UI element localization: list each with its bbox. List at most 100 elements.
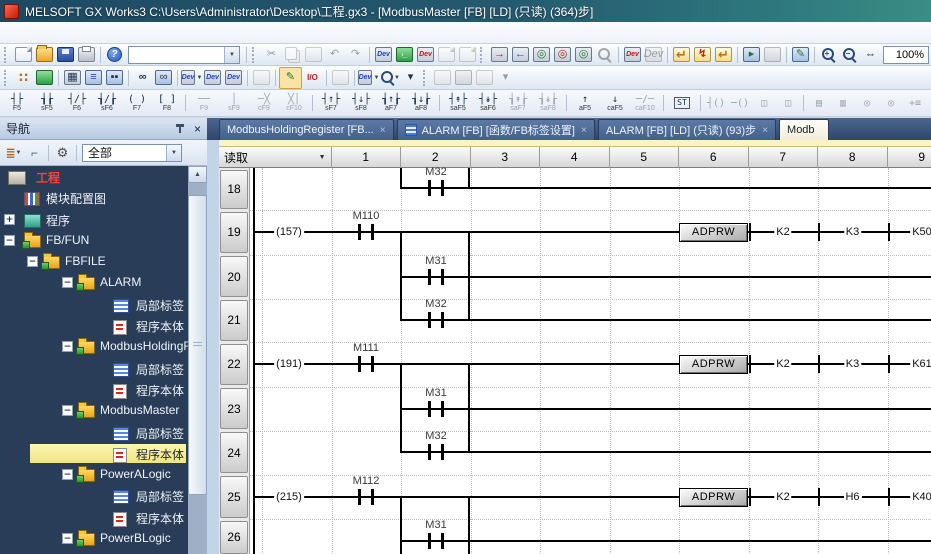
comment-red-icon[interactable]: ↯ bbox=[692, 45, 713, 65]
contact-bar[interactable] bbox=[441, 312, 444, 328]
tree-item-程序本体[interactable]: 程序本体 bbox=[0, 443, 188, 464]
tree-item-程序本体[interactable]: 程序本体 bbox=[0, 507, 188, 528]
row-number[interactable]: 20 bbox=[220, 256, 248, 297]
statement-icon[interactable]: ▤ bbox=[807, 90, 831, 116]
help-icon[interactable]: ? bbox=[104, 45, 125, 65]
device-find-icon[interactable]: Dev ▼ bbox=[180, 68, 202, 88]
save-project-icon[interactable] bbox=[55, 45, 76, 65]
tab-close-icon[interactable]: × bbox=[581, 125, 587, 136]
tab-close-icon[interactable]: × bbox=[762, 125, 768, 136]
chevron-down-icon[interactable]: ▼ bbox=[224, 46, 239, 63]
contact-bar[interactable] bbox=[428, 269, 431, 285]
rising-pulse-close-icon[interactable]: ┤↟├ saF5 bbox=[443, 90, 473, 116]
verify-plc-icon[interactable]: ◎ bbox=[531, 45, 552, 65]
coil-icon[interactable]: ( ) F7 bbox=[122, 90, 152, 116]
tree-expander-icon[interactable]: + bbox=[4, 213, 15, 225]
window-list-icon[interactable]: ≡ bbox=[83, 68, 104, 88]
falling-pulse-close-icon[interactable]: ┤↡├ saF6 bbox=[473, 90, 503, 116]
module-config-icon[interactable] bbox=[34, 68, 55, 88]
document-tab[interactable]: Modb bbox=[779, 119, 829, 140]
window-tool-icon[interactable] bbox=[432, 68, 453, 88]
search-combobox[interactable]: ▼ bbox=[128, 45, 240, 64]
parallel-falling-close-icon[interactable]: ┧↡┟ saF8 bbox=[533, 90, 563, 116]
tree-item-程序本体[interactable]: 程序本体 bbox=[0, 315, 188, 336]
menu-item[interactable] bbox=[166, 30, 184, 36]
menu-item[interactable] bbox=[148, 30, 166, 36]
row-number[interactable]: 18 bbox=[220, 170, 248, 209]
monitor-window-icon[interactable]: ▸ bbox=[741, 45, 762, 65]
contact-bar[interactable] bbox=[428, 312, 431, 328]
close-icon[interactable]: × bbox=[194, 123, 201, 135]
navigation-scrollbar[interactable]: ▲ bbox=[188, 166, 207, 554]
st-inline-icon[interactable]: ST bbox=[667, 90, 697, 116]
menu-item[interactable] bbox=[4, 30, 22, 36]
redo-icon[interactable]: ↷ bbox=[345, 45, 366, 65]
open-contact-icon[interactable]: ┤├ F5 bbox=[2, 90, 32, 116]
note-icon[interactable]: ▥ bbox=[831, 90, 855, 116]
contact-bar[interactable] bbox=[441, 180, 444, 196]
contact-bar[interactable] bbox=[428, 444, 431, 460]
tree-item-程序[interactable]: + 程序 bbox=[0, 209, 188, 230]
falling-pulse-icon[interactable]: ┤↓├ sF8 bbox=[346, 90, 376, 116]
undo-icon[interactable]: ↶ bbox=[324, 45, 345, 65]
more-chevron-icon[interactable]: ▾ bbox=[495, 68, 516, 88]
instruction-box[interactable]: ADPRW bbox=[679, 222, 748, 242]
vertical-line-icon[interactable]: │ sF9 bbox=[219, 90, 249, 116]
menu-item[interactable] bbox=[58, 30, 76, 36]
tree-expander-icon[interactable]: − bbox=[4, 234, 15, 246]
row-number[interactable]: 22 bbox=[220, 343, 248, 385]
parallel-rising-pulse-icon[interactable]: ┧↑┟ aF7 bbox=[376, 90, 406, 116]
tree-item-ModbusMaster[interactable]: − ModbusMaster bbox=[0, 400, 188, 421]
device-comment-write-icon[interactable]: Dev bbox=[373, 45, 394, 65]
tree-expander-icon[interactable]: − bbox=[62, 469, 73, 481]
fb-contact-coil-icon[interactable]: ┤() bbox=[704, 90, 728, 116]
horizontal-line-icon[interactable]: ── F9 bbox=[189, 90, 219, 116]
open-project-icon[interactable] bbox=[34, 45, 55, 65]
operand-label[interactable]: H6 bbox=[843, 491, 862, 503]
monitor-mode-dropdown[interactable]: 读取 ▼ bbox=[219, 147, 332, 168]
closed-contact-icon[interactable]: ┤/├ F6 bbox=[62, 90, 92, 116]
contact-bar[interactable] bbox=[371, 489, 374, 505]
parallel-open-contact-icon[interactable]: ┧┟ sF5 bbox=[32, 90, 62, 116]
chevron-down-icon[interactable]: ▼ bbox=[319, 154, 326, 161]
tree-item-局部标签[interactable]: 局部标签 bbox=[0, 294, 188, 315]
new-project-icon[interactable] bbox=[13, 45, 34, 65]
document-tab[interactable]: ALARM [FB] [LD] (只读) (93)步 × bbox=[597, 119, 777, 140]
delete-hline-icon[interactable]: ─╳ cF9 bbox=[249, 90, 279, 116]
zoom-in-icon[interactable]: + bbox=[818, 45, 839, 65]
window-tool2-icon[interactable] bbox=[453, 68, 474, 88]
tree-item-局部标签[interactable]: 局部标签 bbox=[0, 358, 188, 379]
row-number[interactable]: 26 bbox=[220, 520, 248, 554]
monitor-edit-icon[interactable]: ✎ bbox=[790, 45, 811, 65]
operand-label[interactable]: K40 bbox=[910, 491, 931, 503]
tree-item-程序本体[interactable]: 程序本体 bbox=[0, 379, 188, 400]
application-instruction-icon[interactable]: [ ] F8 bbox=[152, 90, 182, 116]
tree-display-icon[interactable]: ≣ ▼ bbox=[3, 143, 24, 162]
pin-icon[interactable] bbox=[175, 123, 185, 134]
overflow-chevron-icon[interactable]: ▾ bbox=[400, 68, 421, 88]
menu-item[interactable] bbox=[184, 30, 202, 36]
tree-expander-icon[interactable]: − bbox=[62, 341, 73, 353]
contact-bar[interactable] bbox=[441, 444, 444, 460]
verify-plc-red-icon[interactable]: ◎ bbox=[552, 45, 573, 65]
disabled-mag-icon[interactable] bbox=[594, 45, 615, 65]
comment-jump2-icon[interactable]: ↵ bbox=[713, 45, 734, 65]
disabled-doc2-icon[interactable] bbox=[457, 45, 478, 65]
menu-item[interactable] bbox=[130, 30, 148, 36]
hw-config-icon[interactable]: Dev bbox=[415, 45, 436, 65]
panel-splitter[interactable] bbox=[207, 140, 219, 554]
operand-label[interactable]: K3 bbox=[843, 226, 862, 238]
comment-jump-icon[interactable]: ↵ bbox=[671, 45, 692, 65]
instruction-box[interactable]: ADPRW bbox=[679, 487, 748, 507]
contact-bar[interactable] bbox=[441, 401, 444, 417]
write-to-plc-icon[interactable]: → bbox=[489, 45, 510, 65]
io-check-icon[interactable]: I/O bbox=[302, 68, 323, 88]
edit-mode-icon[interactable]: ✎ bbox=[279, 66, 302, 89]
contact-bar[interactable] bbox=[371, 224, 374, 240]
instruction-box[interactable]: ADPRW bbox=[679, 354, 748, 374]
cut-icon[interactable]: ✂ bbox=[261, 45, 282, 65]
paste-icon[interactable] bbox=[303, 45, 324, 65]
tree-expander-icon[interactable]: − bbox=[62, 405, 73, 417]
parallel-rising-close-icon[interactable]: ┧↟┟ saF7 bbox=[503, 90, 533, 116]
delete-vline-icon[interactable]: ╳│ cF10 bbox=[279, 90, 309, 116]
